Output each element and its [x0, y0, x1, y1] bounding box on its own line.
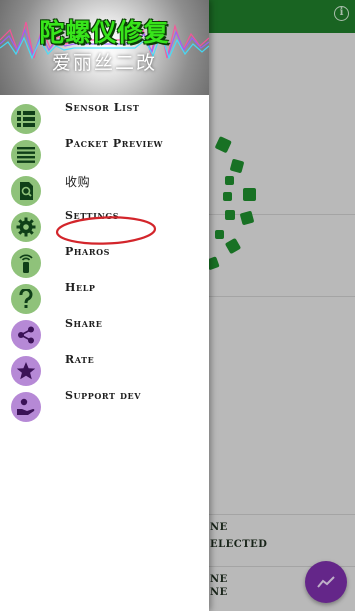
menu-item-label: 收购 [65, 175, 91, 189]
menu-item-share[interactable]: Share [0, 317, 209, 353]
star-icon [11, 356, 41, 386]
app-title: 陀螺仪修复 [39, 18, 170, 47]
gear-icon [11, 212, 41, 242]
menu-item-help[interactable]: Help [0, 281, 209, 317]
donate-hand-icon [11, 392, 41, 422]
list-icon [11, 104, 41, 134]
menu-item-label: Help [65, 281, 96, 294]
navigation-drawer: 陀螺仪修复 爱丽丝二改 Sensor List Packet Preview 收… [0, 0, 209, 611]
drawer-menu: Sensor List Packet Preview 收购 Settings P… [0, 101, 209, 425]
search-document-icon [11, 176, 41, 206]
remote-icon [11, 248, 41, 278]
menu-item-acquire[interactable]: 收购 [0, 173, 209, 209]
menu-item-label: Share [65, 317, 103, 330]
menu-item-pharos[interactable]: Pharos [0, 245, 209, 281]
menu-item-label: Packet Preview [65, 137, 164, 150]
menu-item-packet-preview[interactable]: Packet Preview [0, 137, 209, 173]
menu-item-label: Pharos [65, 245, 111, 258]
menu-item-rate[interactable]: Rate [0, 353, 209, 389]
share-icon [11, 320, 41, 350]
menu-item-support-dev[interactable]: Support dev [0, 389, 209, 425]
highlight-ellipse [55, 216, 157, 245]
lines-icon [11, 140, 41, 170]
question-icon [11, 284, 41, 314]
drawer-header: 陀螺仪修复 爱丽丝二改 [0, 0, 209, 95]
menu-item-label: Sensor List [65, 101, 140, 114]
menu-item-label: Rate [65, 353, 95, 366]
menu-item-sensor-list[interactable]: Sensor List [0, 101, 209, 137]
app-subtitle: 爱丽丝二改 [51, 52, 157, 74]
menu-item-label: Support dev [65, 389, 142, 402]
